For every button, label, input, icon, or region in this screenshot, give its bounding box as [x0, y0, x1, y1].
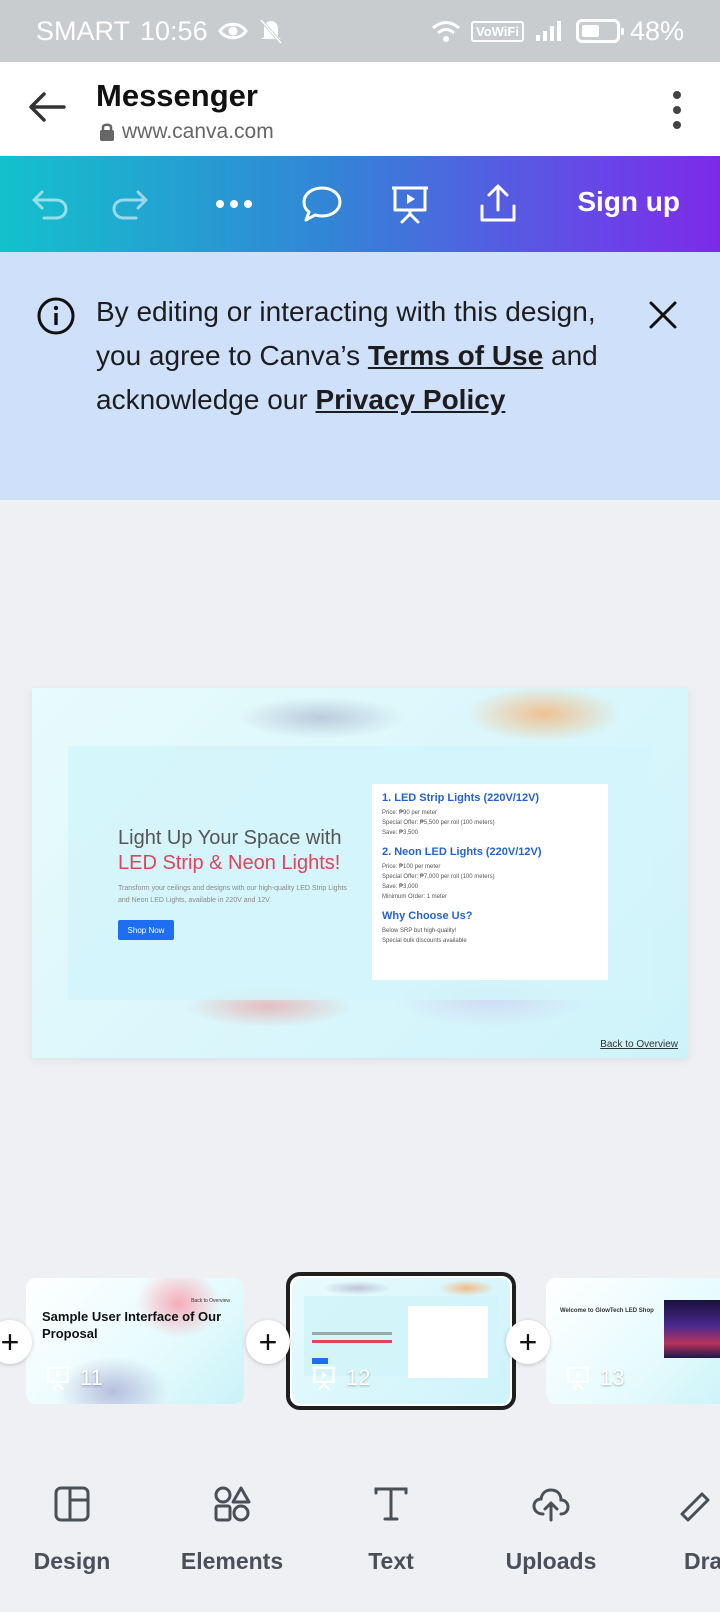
notice-text: By editing or interacting with this desi…	[96, 290, 616, 422]
thumbnail-number: 12	[310, 1364, 370, 1392]
nav-label: Text	[368, 1548, 414, 1574]
carrier-label: SMART	[36, 15, 131, 46]
bottom-nav: Design Elements Text Uploads Dra	[0, 1468, 720, 1612]
bell-off-icon	[259, 19, 282, 44]
card-line: Special bulk discounts available	[382, 938, 467, 944]
thumbnail-title: Sample User Interface of Our Proposal	[42, 1309, 222, 1341]
info-icon	[37, 297, 75, 335]
nav-uploads[interactable]: Uploads	[486, 1484, 616, 1575]
editor-toolbar: Sign up	[0, 156, 720, 252]
elements-icon	[214, 1486, 251, 1522]
card-heading: 2. Neon LED Lights (220V/12V)	[382, 846, 542, 858]
thumbnail-number-label: 11	[80, 1365, 103, 1390]
back-arrow-icon[interactable]	[24, 84, 70, 130]
thumbnail-corner-text: Back to Overview	[191, 1298, 230, 1304]
present-icon	[566, 1366, 590, 1391]
draw-icon	[680, 1492, 710, 1522]
card-line: Below SRP but high-quality!	[382, 928, 457, 934]
nav-label: Dra	[684, 1548, 720, 1574]
lock-icon	[100, 123, 114, 141]
battery-icon	[575, 19, 624, 43]
card-line: Price: ₱90 per meter	[382, 810, 438, 816]
url-row: www.canva.com	[98, 120, 274, 144]
card-line: Save: ₱3,500	[382, 830, 419, 836]
present-icon	[312, 1366, 336, 1391]
thumbnail-number: 11	[44, 1364, 103, 1392]
cloud-upload-icon	[532, 1488, 570, 1522]
text-icon	[374, 1487, 408, 1521]
signal-icon	[535, 21, 561, 41]
nav-draw[interactable]: Dra	[646, 1484, 720, 1575]
comment-icon[interactable]	[300, 182, 344, 226]
wifi-icon	[432, 21, 460, 42]
nav-label: Elements	[180, 1548, 284, 1574]
url-text: www.canva.com	[122, 120, 274, 143]
battery-label: 48%	[629, 15, 684, 46]
nav-elements[interactable]: Elements	[167, 1484, 297, 1575]
thumbnail-image	[664, 1300, 720, 1358]
shop-now-button[interactable]: Shop Now	[118, 920, 174, 940]
vowifi-badge: VoWiFi	[470, 20, 524, 42]
card-line: Special Offer: ₱7,000 per roll (100 mete…	[382, 874, 495, 880]
status-bar: SMART 10:56 VoWiFi 48%	[0, 0, 720, 62]
nav-design[interactable]: Design	[7, 1484, 137, 1575]
page-thumbnail-11[interactable]: Back to Overview Sample User Interface o…	[26, 1278, 244, 1404]
privacy-policy-link[interactable]: Privacy Policy	[315, 384, 505, 415]
slide-subtext: Transform your ceilings and designs with…	[118, 885, 347, 904]
thumbnail-number-label: 12	[346, 1365, 371, 1390]
page-title: Messenger	[96, 78, 258, 113]
slide-heading-highlight: LED Strip & Neon Lights!	[118, 852, 341, 874]
card-line: Special Offer: ₱5,500 per roll (100 mete…	[382, 820, 495, 826]
card-line: Save: ₱3,000	[382, 884, 419, 890]
close-icon[interactable]	[646, 298, 680, 332]
thumbnail-title: Welcome to GlowTech LED Shop	[560, 1308, 654, 1314]
terms-of-use-link[interactable]: Terms of Use	[368, 340, 543, 371]
add-page-button[interactable]: +	[506, 1320, 550, 1364]
nav-label: Design	[33, 1548, 111, 1574]
redo-icon[interactable]	[108, 182, 152, 226]
present-icon[interactable]	[388, 182, 432, 226]
card-line: Minimum Order: 1 meter	[382, 894, 448, 900]
add-page-button[interactable]: +	[246, 1320, 290, 1364]
pricing-card: 1. LED Strip Lights (220V/12V) Price: ₱9…	[372, 784, 608, 980]
card-heading: 1. LED Strip Lights (220V/12V)	[382, 792, 540, 804]
slide-heading: Light Up Your Space with	[118, 827, 342, 849]
page-thumbnail-12[interactable]: 12	[292, 1278, 510, 1404]
undo-icon[interactable]	[28, 182, 72, 226]
thumbnail-number-label: 13	[600, 1365, 625, 1390]
card-line: Price: ₱100 per meter	[382, 864, 441, 870]
thumbnail-number: 13	[564, 1364, 624, 1392]
more-horizontal-icon[interactable]	[212, 182, 256, 226]
design-icon	[54, 1486, 90, 1522]
page-thumbnail-13[interactable]: Welcome to GlowTech LED Shop 13	[546, 1278, 720, 1404]
browser-header: Messenger www.canva.com	[0, 62, 720, 156]
back-to-overview-link[interactable]: Back to Overview	[600, 1039, 678, 1050]
more-vert-icon[interactable]	[672, 90, 682, 130]
sign-up-button[interactable]: Sign up	[577, 186, 680, 218]
nav-label: Uploads	[505, 1548, 597, 1574]
share-icon[interactable]	[476, 182, 520, 226]
present-icon	[46, 1366, 70, 1391]
time-label: 10:56	[140, 15, 208, 46]
slide-canvas[interactable]: Light Up Your Space with LED Strip & Neo…	[32, 688, 688, 1058]
eye-icon	[217, 22, 248, 40]
nav-text[interactable]: Text	[326, 1484, 456, 1575]
card-heading: Why Choose Us?	[382, 910, 473, 922]
